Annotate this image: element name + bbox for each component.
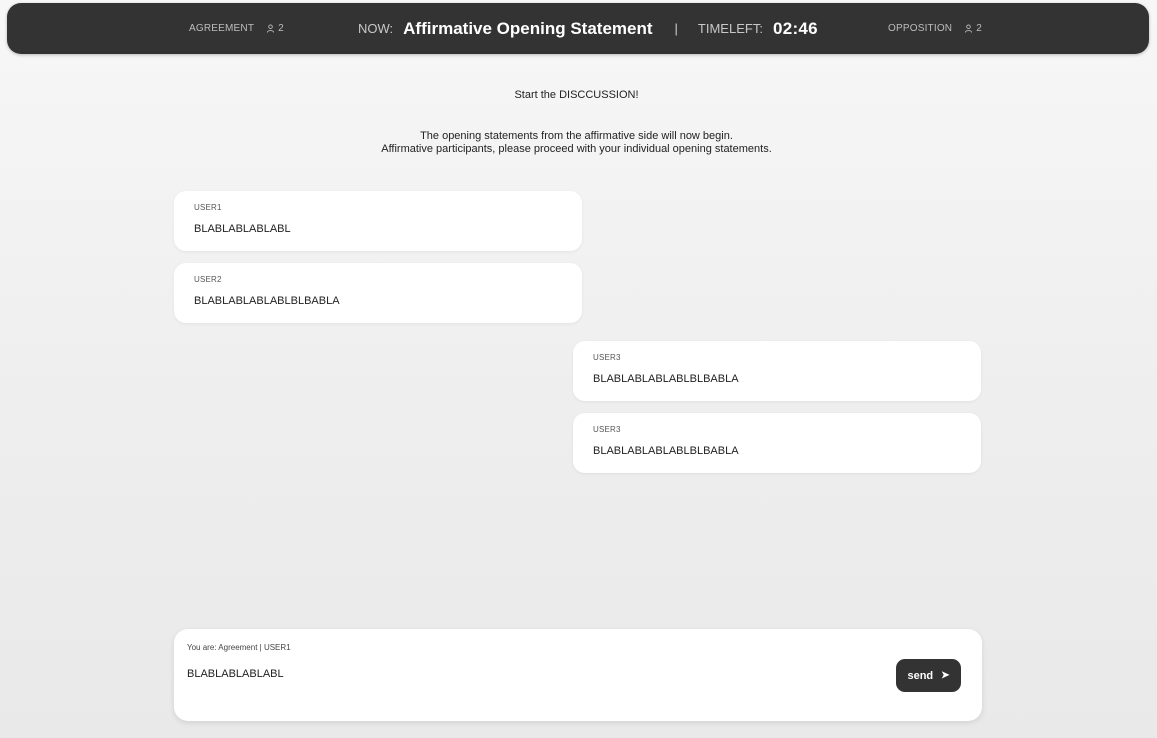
divider: |	[674, 21, 678, 36]
send-arrow-icon: ➤	[941, 670, 950, 681]
chat-message: USER2 BLABLABLABLABLBLBABLA	[174, 263, 582, 323]
send-button[interactable]: send ➤	[896, 659, 961, 692]
chat-message: USER3 BLABLABLABLABLBLBABLA	[573, 413, 981, 473]
opposition-count: 2	[964, 23, 982, 34]
person-icon	[267, 24, 275, 33]
timer-value: 02:46	[772, 18, 818, 38]
message-text: BLABLABLABLABLBLBABLA	[593, 445, 739, 457]
opposition-count-value: 2	[976, 23, 982, 34]
message-input[interactable]	[187, 665, 877, 683]
identity-label: You are: Agreement | USER1	[187, 643, 291, 652]
message-author: USER3	[593, 353, 621, 362]
start-heading: Start the DISCCUSSION!	[514, 89, 639, 101]
intro-text: The opening statements from the affirmat…	[0, 130, 1153, 156]
message-text: BLABLABLABLABLBLBABLA	[194, 295, 340, 307]
message-composer: You are: Agreement | USER1 send ➤	[174, 629, 982, 721]
message-text: BLABLABLABLABLBLBABLA	[593, 373, 739, 385]
intro-line-1: The opening statements from the affirmat…	[420, 130, 733, 142]
message-author: USER2	[194, 275, 222, 284]
intro-line-2: Affirmative participants, please proceed…	[381, 143, 772, 155]
status-bar: AGREEMENT 2 NOW: Affirmative Opening Sta…	[7, 3, 1149, 54]
timeleft-label: TIMELEFT:	[697, 21, 763, 36]
opposition-team: OPPOSITION 2	[888, 3, 982, 54]
agreement-team: AGREEMENT 2	[189, 3, 284, 54]
current-phase: NOW: Affirmative Opening Statement | TIM…	[358, 3, 818, 54]
message-author: USER3	[593, 425, 621, 434]
phase-title: Affirmative Opening Statement	[403, 18, 653, 38]
now-label: NOW:	[358, 21, 394, 36]
agreement-label: AGREEMENT	[189, 23, 255, 34]
chat-message: USER1 BLABLABLABLABL	[174, 191, 582, 251]
send-label: send	[907, 669, 934, 682]
message-author: USER1	[194, 203, 222, 212]
message-text: BLABLABLABLABL	[194, 223, 291, 235]
person-icon	[965, 24, 973, 33]
chat-message: USER3 BLABLABLABLABLBLBABLA	[573, 341, 981, 401]
agreement-count-value: 2	[278, 23, 284, 34]
agreement-count: 2	[266, 23, 284, 34]
opposition-label: OPPOSITION	[888, 23, 953, 34]
